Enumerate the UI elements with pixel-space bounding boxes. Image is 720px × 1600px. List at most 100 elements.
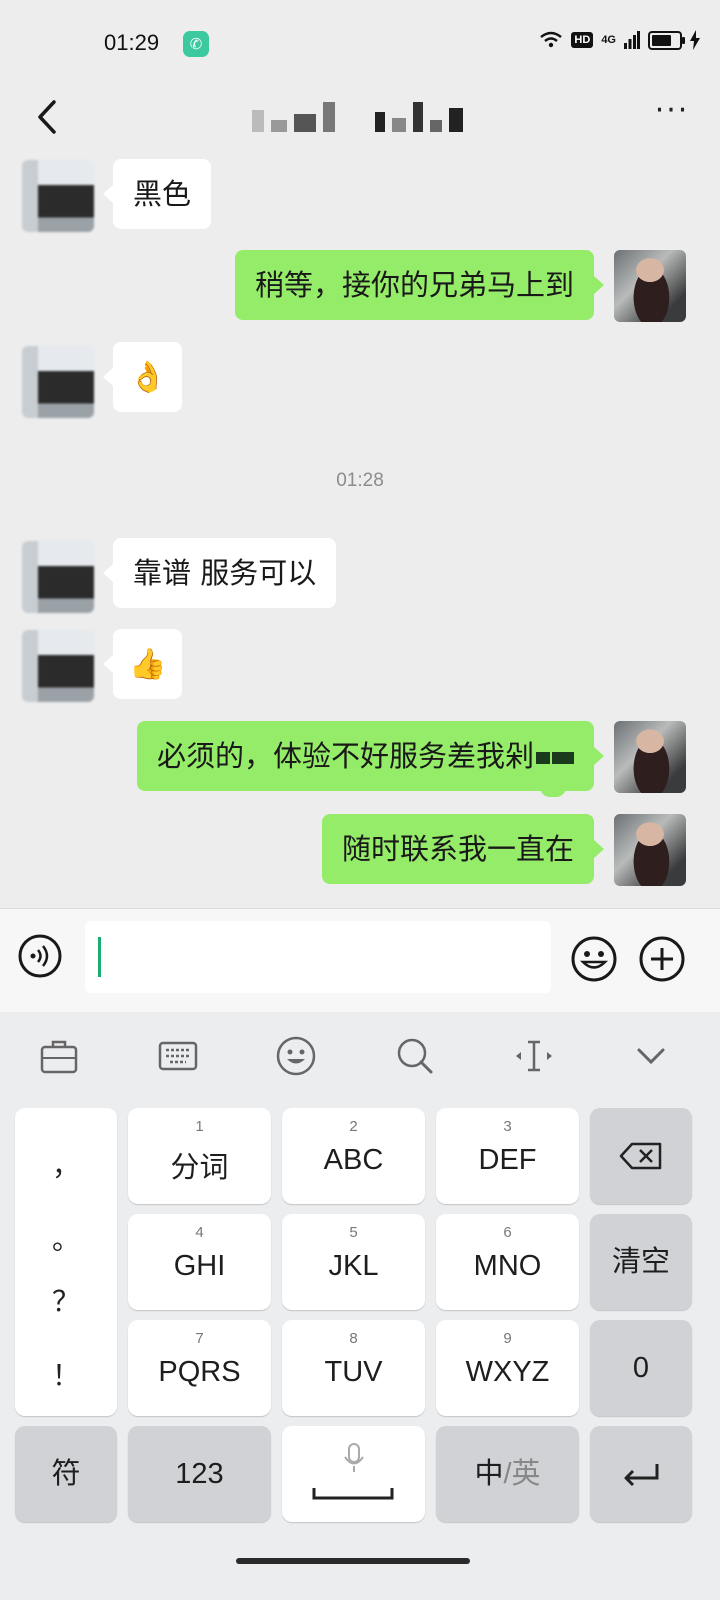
- lang-english: 英: [511, 1458, 541, 1490]
- key-label: ABC: [323, 1144, 384, 1176]
- received-message[interactable]: 黑色: [102, 159, 212, 229]
- space-key[interactable]: [282, 1426, 425, 1522]
- key-1-fenci[interactable]: 1 分词: [128, 1108, 271, 1204]
- key-9-wxyz[interactable]: 9 WXYZ: [436, 1320, 579, 1416]
- zero-key[interactable]: 0: [590, 1320, 692, 1416]
- key-6-mno[interactable]: 6 MNO: [436, 1214, 579, 1310]
- enter-key[interactable]: [590, 1426, 692, 1522]
- key-label: 0: [632, 1352, 650, 1384]
- punct-exclaim-key[interactable]: ！: [15, 1354, 117, 1394]
- sent-message[interactable]: 稍等，接你的兄弟马上到: [234, 250, 605, 320]
- contact-name-pixelated: [252, 98, 463, 132]
- key-label: 中/英: [436, 1426, 579, 1522]
- key-label: DEF: [478, 1144, 537, 1176]
- emoji-panel-icon[interactable]: [274, 1034, 318, 1078]
- home-indicator[interactable]: [236, 1558, 470, 1564]
- search-icon[interactable]: [393, 1034, 437, 1078]
- sent-message[interactable]: 随时联系我一直在: [321, 814, 605, 884]
- microphone-icon: [343, 1443, 364, 1472]
- signal-icon: [624, 31, 640, 49]
- punct-comma-key[interactable]: ，: [15, 1144, 117, 1184]
- keyboard-toolbar: [0, 1012, 720, 1100]
- phone-call-icon[interactable]: ✆: [183, 31, 209, 57]
- key-number: 5: [349, 1224, 358, 1241]
- message-input[interactable]: [85, 921, 551, 993]
- punct-period-key[interactable]: 。: [15, 1218, 117, 1258]
- my-avatar[interactable]: [614, 814, 686, 886]
- input-bar: [0, 908, 720, 1013]
- key-label: 123: [175, 1458, 224, 1490]
- lang-separator: /: [503, 1458, 512, 1490]
- key-7-pqrs[interactable]: 7 PQRS: [128, 1320, 271, 1416]
- key-number: 6: [503, 1224, 512, 1241]
- pixelated-text: [552, 752, 574, 764]
- sent-message-text: 必须的，体验不好服务差我剁: [156, 739, 534, 773]
- backspace-key[interactable]: [590, 1108, 692, 1204]
- pixelated-text: [536, 752, 550, 764]
- sent-message[interactable]: 必须的，体验不好服务差我剁: [136, 721, 605, 791]
- key-label: TUV: [324, 1356, 383, 1388]
- contact-avatar[interactable]: [22, 346, 94, 418]
- key-8-tuv[interactable]: 8 TUV: [282, 1320, 425, 1416]
- network-type: 4G: [601, 34, 616, 46]
- key-number: 8: [349, 1330, 358, 1347]
- text-cursor: [98, 937, 101, 977]
- text-cursor-move-icon[interactable]: [512, 1034, 556, 1078]
- keyboard-layout-icon[interactable]: [156, 1034, 200, 1078]
- charging-icon: [690, 30, 700, 50]
- space-bar-icon: [312, 1488, 394, 1500]
- key-number: 2: [349, 1118, 358, 1135]
- key-label: MNO: [473, 1250, 542, 1282]
- bubble-corner: [540, 783, 566, 797]
- key-number: 1: [195, 1118, 204, 1135]
- key-3-def[interactable]: 3 DEF: [436, 1108, 579, 1204]
- key-label: PQRS: [158, 1356, 241, 1388]
- key-label: 清空: [611, 1246, 670, 1278]
- key-number: 9: [503, 1330, 512, 1347]
- numbers-key[interactable]: 123: [128, 1426, 271, 1522]
- key-5-jkl[interactable]: 5 JKL: [282, 1214, 425, 1310]
- battery-icon: [648, 30, 685, 50]
- back-arrow-icon[interactable]: [26, 94, 72, 140]
- wifi-icon: [540, 31, 563, 48]
- punctuation-column: ， 。 ？ ！: [15, 1108, 117, 1416]
- language-switch-key[interactable]: 中/英: [436, 1426, 579, 1522]
- keyboard: ， 。 ？ ！ 1 分词 2 ABC 3 DEF 4 GHI 5 JKL 6 MNO 清空 …: [0, 1012, 720, 1600]
- voice-input-icon[interactable]: [18, 934, 62, 978]
- clear-key[interactable]: 清空: [590, 1214, 692, 1310]
- key-label: 符: [51, 1458, 81, 1490]
- received-message[interactable]: 👍: [102, 629, 183, 699]
- key-4-ghi[interactable]: 4 GHI: [128, 1214, 271, 1310]
- key-number: 3: [503, 1118, 512, 1135]
- system-icons: HD 4G: [539, 30, 700, 50]
- key-number: 4: [195, 1224, 204, 1241]
- key-label: 分词: [170, 1152, 229, 1184]
- emoji-icon[interactable]: [570, 935, 618, 983]
- key-label: WXYZ: [465, 1356, 550, 1388]
- symbol-key[interactable]: 符: [15, 1426, 117, 1522]
- more-options-icon[interactable]: ···: [650, 96, 694, 136]
- key-label: GHI: [173, 1250, 226, 1282]
- received-message[interactable]: 👌: [102, 342, 183, 412]
- status-bar: 01:29 ✆ HD 4G: [0, 0, 720, 84]
- contact-avatar[interactable]: [22, 160, 94, 232]
- toolbox-icon[interactable]: [37, 1034, 81, 1078]
- my-avatar[interactable]: [614, 721, 686, 793]
- plus-icon[interactable]: [638, 935, 686, 983]
- punct-question-key[interactable]: ？: [15, 1280, 117, 1320]
- ok-hand-emoji: 👌: [129, 360, 167, 395]
- lang-chinese: 中: [474, 1458, 504, 1490]
- hd-badge: HD: [571, 32, 594, 48]
- enter-icon: [624, 1464, 659, 1487]
- status-time: 01:29: [104, 30, 160, 55]
- collapse-keyboard-icon[interactable]: [629, 1034, 673, 1078]
- key-label: JKL: [328, 1250, 379, 1282]
- contact-avatar[interactable]: [22, 630, 94, 702]
- received-message[interactable]: 靠谱 服务可以: [102, 538, 337, 608]
- key-2-abc[interactable]: 2 ABC: [282, 1108, 425, 1204]
- contact-avatar[interactable]: [22, 541, 94, 613]
- backspace-icon: [619, 1142, 662, 1170]
- thumbs-up-emoji: 👍: [129, 647, 167, 682]
- my-avatar[interactable]: [614, 250, 686, 322]
- key-number: 7: [195, 1330, 204, 1347]
